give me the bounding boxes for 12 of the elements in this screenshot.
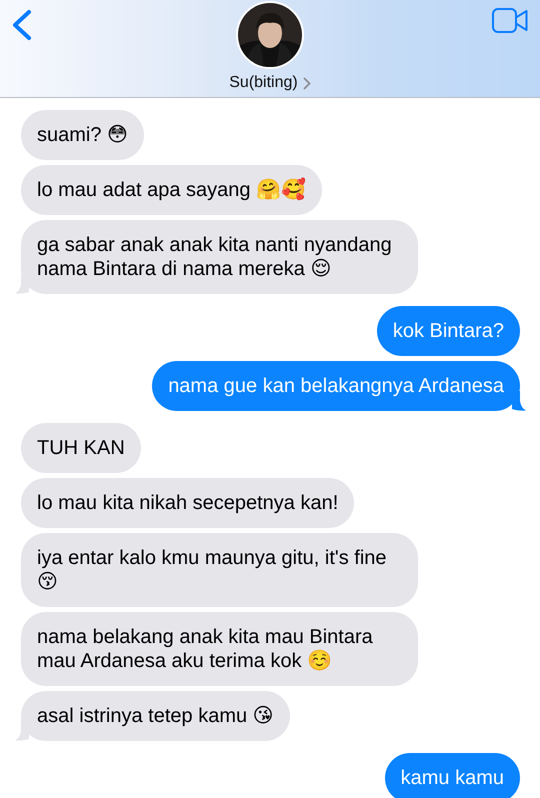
back-button[interactable] — [10, 9, 34, 41]
video-call-button[interactable] — [492, 8, 528, 33]
contact-name[interactable]: Su(biting) — [229, 74, 311, 92]
received-message-bubble: lo mau adat apa sayang 🤗🥰 — [21, 165, 322, 215]
sent-message-bubble: kok Bintara? — [376, 306, 520, 356]
received-message-bubble: suami? 😳 — [21, 110, 144, 160]
received-message-bubble: nama belakang anak kita mau Bintara mau Ardanesa aku terima kok ☺ — [21, 612, 418, 686]
received-message-bubble: iya entar kalo kmu maunya gitu, it's fine 😚 — [21, 533, 418, 607]
chevron-icon — [302, 76, 311, 90]
sent-message-bubble: kamu kamu — [384, 753, 520, 798]
received-message-bubble: TUH KAN — [21, 423, 141, 473]
received-message-bubble: lo mau kita nikah secepetnya kan! — [21, 478, 354, 528]
